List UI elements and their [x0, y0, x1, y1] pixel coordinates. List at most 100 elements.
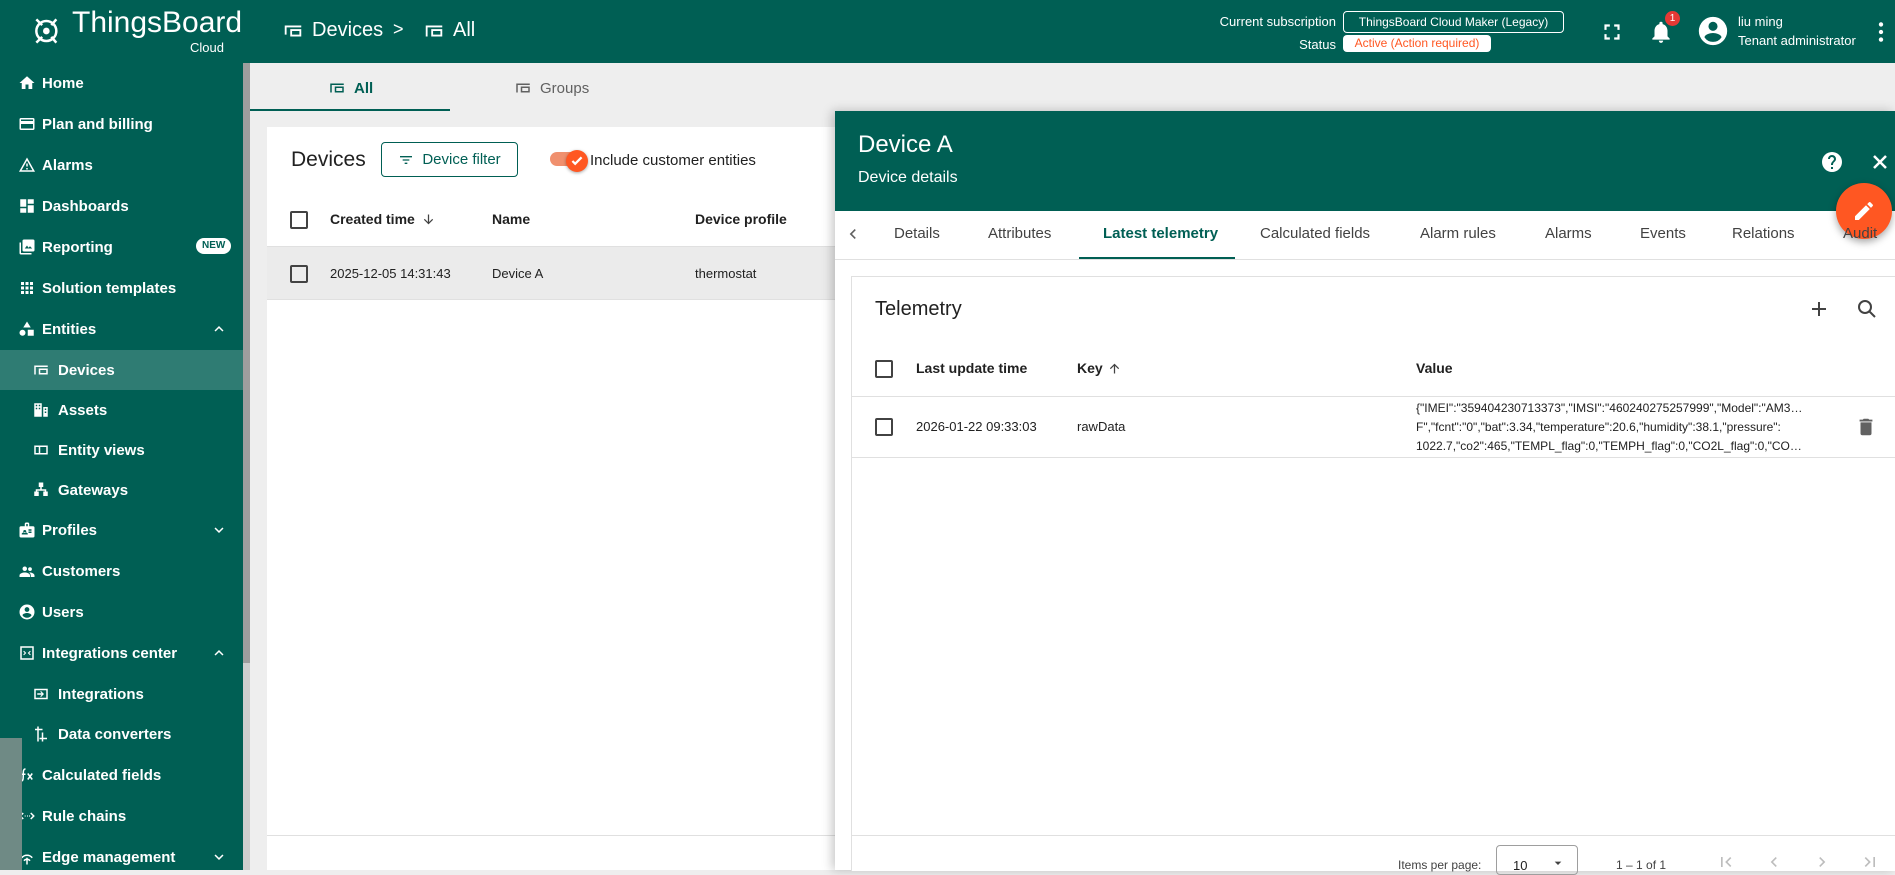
- tab-groups[interactable]: Groups: [514, 63, 589, 113]
- column-last-update-time[interactable]: Last update time: [916, 360, 1027, 376]
- sidebar-item-dashboards[interactable]: Dashboards: [0, 186, 243, 226]
- status-badge[interactable]: Active (Action required): [1343, 35, 1491, 52]
- tab-audit[interactable]: Audit: [1843, 225, 1885, 242]
- tab-calculated-fields[interactable]: Calculated fields: [1260, 225, 1370, 242]
- sidebar-item-customers[interactable]: Customers: [0, 551, 243, 591]
- toggle-knob[interactable]: [566, 150, 588, 172]
- sidebar-item-edge-management[interactable]: Edge management: [0, 837, 243, 870]
- last-page-icon[interactable]: [1860, 852, 1880, 872]
- user-name[interactable]: liu ming: [1738, 14, 1783, 29]
- sidebar-item-label: Alarms: [42, 156, 93, 174]
- sidebar-item-reporting[interactable]: Reporting NEW: [0, 227, 243, 267]
- tab-attributes[interactable]: Attributes: [988, 225, 1051, 242]
- tab-events[interactable]: Events: [1640, 225, 1686, 242]
- column-value[interactable]: Value: [1416, 360, 1453, 376]
- arrow-down-icon: [423, 214, 433, 224]
- sidebar-item-integrations[interactable]: Integrations: [0, 674, 243, 714]
- column-created-time[interactable]: Created time: [330, 211, 436, 227]
- previous-page-icon[interactable]: [1764, 852, 1784, 872]
- tab-relations[interactable]: Relations: [1732, 225, 1795, 242]
- tab-alarms[interactable]: Alarms: [1545, 225, 1592, 242]
- sidebar-item-alarms[interactable]: Alarms: [0, 145, 243, 185]
- devices-icon: [34, 365, 48, 375]
- sidebar-item-gateways[interactable]: Gateways: [0, 470, 243, 510]
- debug-overlay: [0, 738, 22, 870]
- column-device-profile[interactable]: Device profile: [695, 211, 787, 227]
- sidebar-item-users[interactable]: Users: [0, 592, 243, 632]
- sidebar-item-entity-views[interactable]: Entity views: [0, 430, 243, 470]
- sidebar-item-rule-chains[interactable]: Rule chains: [0, 796, 243, 836]
- close-icon[interactable]: [1868, 150, 1892, 174]
- filter-icon: [400, 155, 413, 164]
- device-filter-button[interactable]: Device filter: [381, 142, 518, 177]
- tab-latest-telemetry[interactable]: Latest telemetry: [1103, 225, 1218, 242]
- sidebar-scrollbar[interactable]: [243, 63, 250, 870]
- sidebar-item-integrations-center[interactable]: Integrations center: [0, 633, 243, 673]
- help-icon[interactable]: [1820, 150, 1844, 174]
- account-circle-icon[interactable]: [1696, 14, 1730, 48]
- chevron-down-icon: [214, 527, 224, 533]
- sidebar-item-calculated-fields[interactable]: Calculated fields: [0, 755, 243, 795]
- sidebar-item-data-converters[interactable]: Data converters: [0, 714, 243, 754]
- row-device-profile: thermostat: [695, 266, 757, 281]
- first-page-icon[interactable]: [1716, 852, 1736, 872]
- app-name[interactable]: ThingsBoard: [72, 6, 242, 40]
- dashboard-icon: [20, 199, 34, 213]
- breadcrumb-devices[interactable]: Devices: [282, 19, 383, 42]
- sidebar-item-label: Devices: [58, 361, 115, 379]
- tab-details[interactable]: Details: [894, 225, 940, 242]
- home-icon: [19, 76, 35, 89]
- row-created-time: 2025-12-05 14:31:43: [330, 266, 451, 281]
- sidebar-item-label: Assets: [58, 401, 108, 419]
- breadcrumb-all: All: [423, 19, 475, 42]
- chevron-left-icon[interactable]: [843, 224, 863, 244]
- column-name[interactable]: Name: [492, 211, 530, 227]
- sidebar-item-profiles[interactable]: Profiles: [0, 510, 243, 550]
- search-icon[interactable]: [1855, 297, 1879, 321]
- value-line-1: {"IMEI":"359404230713373","IMSI":"460240…: [1416, 401, 1804, 415]
- sidebar-item-label: Home: [42, 74, 84, 92]
- value-line-3: 1022.7,"co2":465,"TEMPL_flag":0,"TEMPH_f…: [1416, 439, 1804, 453]
- column-key[interactable]: Key: [1077, 360, 1122, 376]
- sidebar-item-label: Dashboards: [42, 197, 129, 215]
- telemetry-row-key: rawData: [1077, 419, 1126, 434]
- items-per-page-value: 10: [1513, 858, 1528, 873]
- main-tabs: All Groups: [250, 63, 1895, 113]
- add-icon[interactable]: [1807, 297, 1831, 321]
- data-converters-icon: [35, 726, 47, 742]
- customers-icon: [19, 566, 35, 577]
- thingsboard-logo-icon[interactable]: [28, 8, 68, 54]
- telemetry-row-value[interactable]: {"IMEI":"359404230713373","IMSI":"460240…: [1416, 399, 1804, 456]
- breadcrumb-all-label: All: [453, 19, 476, 41]
- devices-all-icon: [330, 83, 344, 93]
- footer-divider: [267, 835, 837, 836]
- tab-alarm-rules[interactable]: Alarm rules: [1420, 225, 1496, 242]
- sidebar-item-plan-and-billing[interactable]: Plan and billing: [0, 104, 243, 144]
- fullscreen-icon[interactable]: [1599, 19, 1625, 45]
- sidebar: Home Plan and billing Alarms Dashboards …: [0, 63, 243, 870]
- column-created-time-label: Created time: [330, 211, 415, 227]
- telemetry-row-time: 2026-01-22 09:33:03: [916, 419, 1037, 434]
- sidebar-item-assets[interactable]: Assets: [0, 390, 243, 430]
- device-filter-label: Device filter: [422, 151, 501, 168]
- sidebar-item-solution-templates[interactable]: Solution templates: [0, 268, 243, 308]
- sidebar-item-entities[interactable]: Entities: [0, 309, 243, 349]
- tab-all[interactable]: All: [328, 63, 373, 113]
- sidebar-item-label: Solution templates: [42, 279, 177, 297]
- delete-icon[interactable]: [1855, 416, 1877, 438]
- integrations-center-icon: [20, 646, 34, 660]
- sidebar-scrollbar-thumb[interactable]: [243, 63, 250, 663]
- next-page-icon[interactable]: [1812, 852, 1832, 872]
- breadcrumb-devices-label: Devices: [312, 19, 384, 41]
- row-checkbox[interactable]: [290, 265, 308, 283]
- more-vert-icon[interactable]: [1868, 19, 1894, 45]
- tab-groups-label: Groups: [540, 79, 590, 97]
- select-all-checkbox[interactable]: [290, 211, 308, 229]
- telemetry-row-checkbox[interactable]: [875, 418, 893, 436]
- sidebar-item-home[interactable]: Home: [0, 63, 243, 103]
- breadcrumb-separator: >: [393, 19, 404, 39]
- sidebar-item-devices[interactable]: Devices: [0, 350, 243, 390]
- subscription-badge[interactable]: ThingsBoard Cloud Maker (Legacy): [1343, 11, 1564, 33]
- chevron-down-icon: [214, 854, 224, 860]
- telemetry-select-all-checkbox[interactable]: [875, 360, 893, 378]
